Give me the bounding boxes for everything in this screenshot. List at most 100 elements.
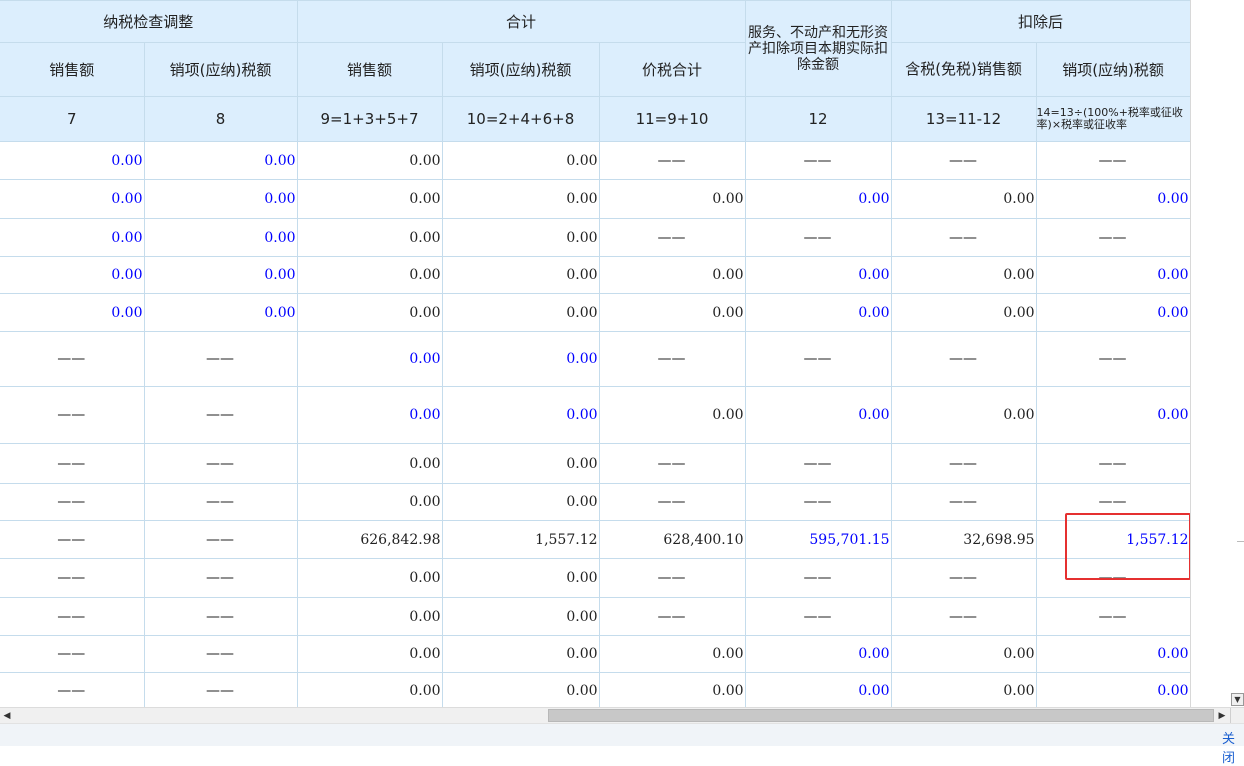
- cell-col7: ——: [0, 558, 145, 598]
- cell-col13: ——: [890, 331, 1037, 387]
- cell-col13: ——: [890, 443, 1037, 484]
- cell-col9[interactable]: 0.00: [296, 386, 443, 444]
- cell-col10[interactable]: 0.00: [441, 331, 600, 387]
- cell-col11: ——: [598, 597, 746, 636]
- cell-col14: ——: [1035, 483, 1190, 521]
- cell-col13: 0.00: [890, 256, 1037, 294]
- cell-col11: ——: [598, 558, 746, 598]
- cell-col10: 0.00: [441, 635, 600, 673]
- cell-col9[interactable]: 0.00: [296, 331, 443, 387]
- cell-col13: 0.00: [890, 672, 1037, 707]
- cell-col7[interactable]: 0.00: [0, 293, 145, 332]
- cell-col14[interactable]: 1,557.12: [1035, 520, 1190, 559]
- cell-col10: 0.00: [441, 443, 600, 484]
- table-row: 0.00 0.00 0.00 0.00 —— —— —— ——: [0, 218, 1190, 257]
- formula-11: 11=9+10: [598, 96, 746, 142]
- cell-col14[interactable]: 0.00: [1035, 635, 1190, 673]
- cell-col12[interactable]: 0.00: [744, 256, 892, 294]
- cell-col11: 0.00: [598, 386, 746, 444]
- tax-table-viewport: 纳税检查调整 合计 服务、不动产和无形资产扣除项目本期实际扣除金额 扣除后 销售…: [0, 0, 1190, 707]
- table-row: 0.00 0.00 0.00 0.00 0.00 0.00 0.00 0.00: [0, 293, 1190, 332]
- cell-col8: ——: [143, 597, 298, 636]
- cell-col8: ——: [143, 386, 298, 444]
- cell-col14[interactable]: 0.00: [1035, 256, 1190, 294]
- cell-col12: ——: [744, 218, 892, 257]
- table-row: —— —— 0.00 0.00 —— —— —— ——: [0, 558, 1190, 598]
- header-col-after-output-tax: 销项(应纳)税额: [1035, 42, 1190, 97]
- cell-col11: ——: [598, 331, 746, 387]
- cell-col14: ——: [1035, 597, 1190, 636]
- cell-col7[interactable]: 0.00: [0, 218, 145, 257]
- cell-col12[interactable]: 0.00: [744, 179, 892, 219]
- cell-col11: ——: [598, 218, 746, 257]
- cell-col10: 0.00: [441, 558, 600, 598]
- cell-col7: ——: [0, 520, 145, 559]
- cell-col12[interactable]: 595,701.15: [744, 520, 892, 559]
- cell-col14: ——: [1035, 558, 1190, 598]
- cell-col10: 0.00: [441, 179, 600, 219]
- cell-col13: 0.00: [890, 386, 1037, 444]
- header-group-after-deduction: 扣除后: [890, 0, 1190, 43]
- cell-col7[interactable]: 0.00: [0, 256, 145, 294]
- table-row: —— —— 0.00 0.00 —— —— —— ——: [0, 443, 1190, 484]
- cell-col12: ——: [744, 443, 892, 484]
- right-gutter: [1190, 0, 1244, 707]
- cell-col10[interactable]: 0.00: [441, 386, 600, 444]
- cell-col14[interactable]: 0.00: [1035, 179, 1190, 219]
- cell-col9: 0.00: [296, 483, 443, 521]
- table-row: —— —— 0.00 0.00 —— —— —— ——: [0, 331, 1190, 387]
- horizontal-scrollbar[interactable]: ◀ ▶: [0, 707, 1244, 724]
- cell-col9: 0.00: [296, 256, 443, 294]
- cell-col11: ——: [598, 443, 746, 484]
- table-row: 0.00 0.00 0.00 0.00 0.00 0.00 0.00 0.00: [0, 256, 1190, 294]
- cell-col12[interactable]: 0.00: [744, 672, 892, 707]
- cell-col12: ——: [744, 331, 892, 387]
- cell-col14: ——: [1035, 443, 1190, 484]
- cell-col8[interactable]: 0.00: [143, 218, 298, 257]
- cell-col14[interactable]: 0.00: [1035, 672, 1190, 707]
- close-link[interactable]: 关闭: [1222, 728, 1244, 766]
- header-col-output-tax: 销项(应纳)税额: [143, 42, 298, 97]
- cell-col12[interactable]: 0.00: [744, 386, 892, 444]
- cell-col7: ——: [0, 483, 145, 521]
- cell-col9: 0.00: [296, 672, 443, 707]
- cell-col9: 626,842.98: [296, 520, 443, 559]
- cell-col7[interactable]: 0.00: [0, 179, 145, 219]
- cell-col13: ——: [890, 597, 1037, 636]
- cell-col9: 0.00: [296, 443, 443, 484]
- cell-col14[interactable]: 0.00: [1035, 293, 1190, 332]
- cell-col10: 0.00: [441, 597, 600, 636]
- header-col-sales: 销售额: [0, 42, 145, 97]
- cell-col8[interactable]: 0.00: [143, 256, 298, 294]
- cell-col9: 0.00: [296, 558, 443, 598]
- gutter-tick: [1237, 541, 1244, 542]
- cell-col13: 0.00: [890, 293, 1037, 332]
- cell-col12[interactable]: 0.00: [744, 635, 892, 673]
- cell-col12[interactable]: 0.00: [744, 293, 892, 332]
- cell-col7: ——: [0, 386, 145, 444]
- table-row: —— —— 0.00 0.00 0.00 0.00 0.00 0.00: [0, 386, 1190, 444]
- horizontal-scroll-thumb[interactable]: [548, 709, 1214, 722]
- cell-col8: ——: [143, 483, 298, 521]
- cell-col7[interactable]: 0.00: [0, 141, 145, 180]
- cell-col8[interactable]: 0.00: [143, 179, 298, 219]
- cell-col8[interactable]: 0.00: [143, 293, 298, 332]
- cell-col14: ——: [1035, 218, 1190, 257]
- cell-col13: ——: [890, 141, 1037, 180]
- scroll-left-icon[interactable]: ◀: [0, 709, 14, 723]
- header-col-total-sales: 销售额: [296, 42, 443, 97]
- cell-col10: 0.00: [441, 293, 600, 332]
- cell-col10: 0.00: [441, 256, 600, 294]
- formula-14: 14=13÷(100%+税率或征收率)×税率或征收率: [1035, 96, 1190, 142]
- table-row: —— —— 626,842.98 1,557.12 628,400.10 595,701.…: [0, 520, 1190, 559]
- cell-col12: ——: [744, 597, 892, 636]
- cell-col14[interactable]: 0.00: [1035, 386, 1190, 444]
- scroll-down-icon[interactable]: ▼: [1231, 693, 1244, 706]
- cell-col8[interactable]: 0.00: [143, 141, 298, 180]
- cell-col8: ——: [143, 635, 298, 673]
- cell-col7: ——: [0, 443, 145, 484]
- cell-col7: ——: [0, 331, 145, 387]
- cell-col7: ——: [0, 597, 145, 636]
- scroll-right-icon[interactable]: ▶: [1215, 709, 1229, 723]
- cell-col13: 0.00: [890, 179, 1037, 219]
